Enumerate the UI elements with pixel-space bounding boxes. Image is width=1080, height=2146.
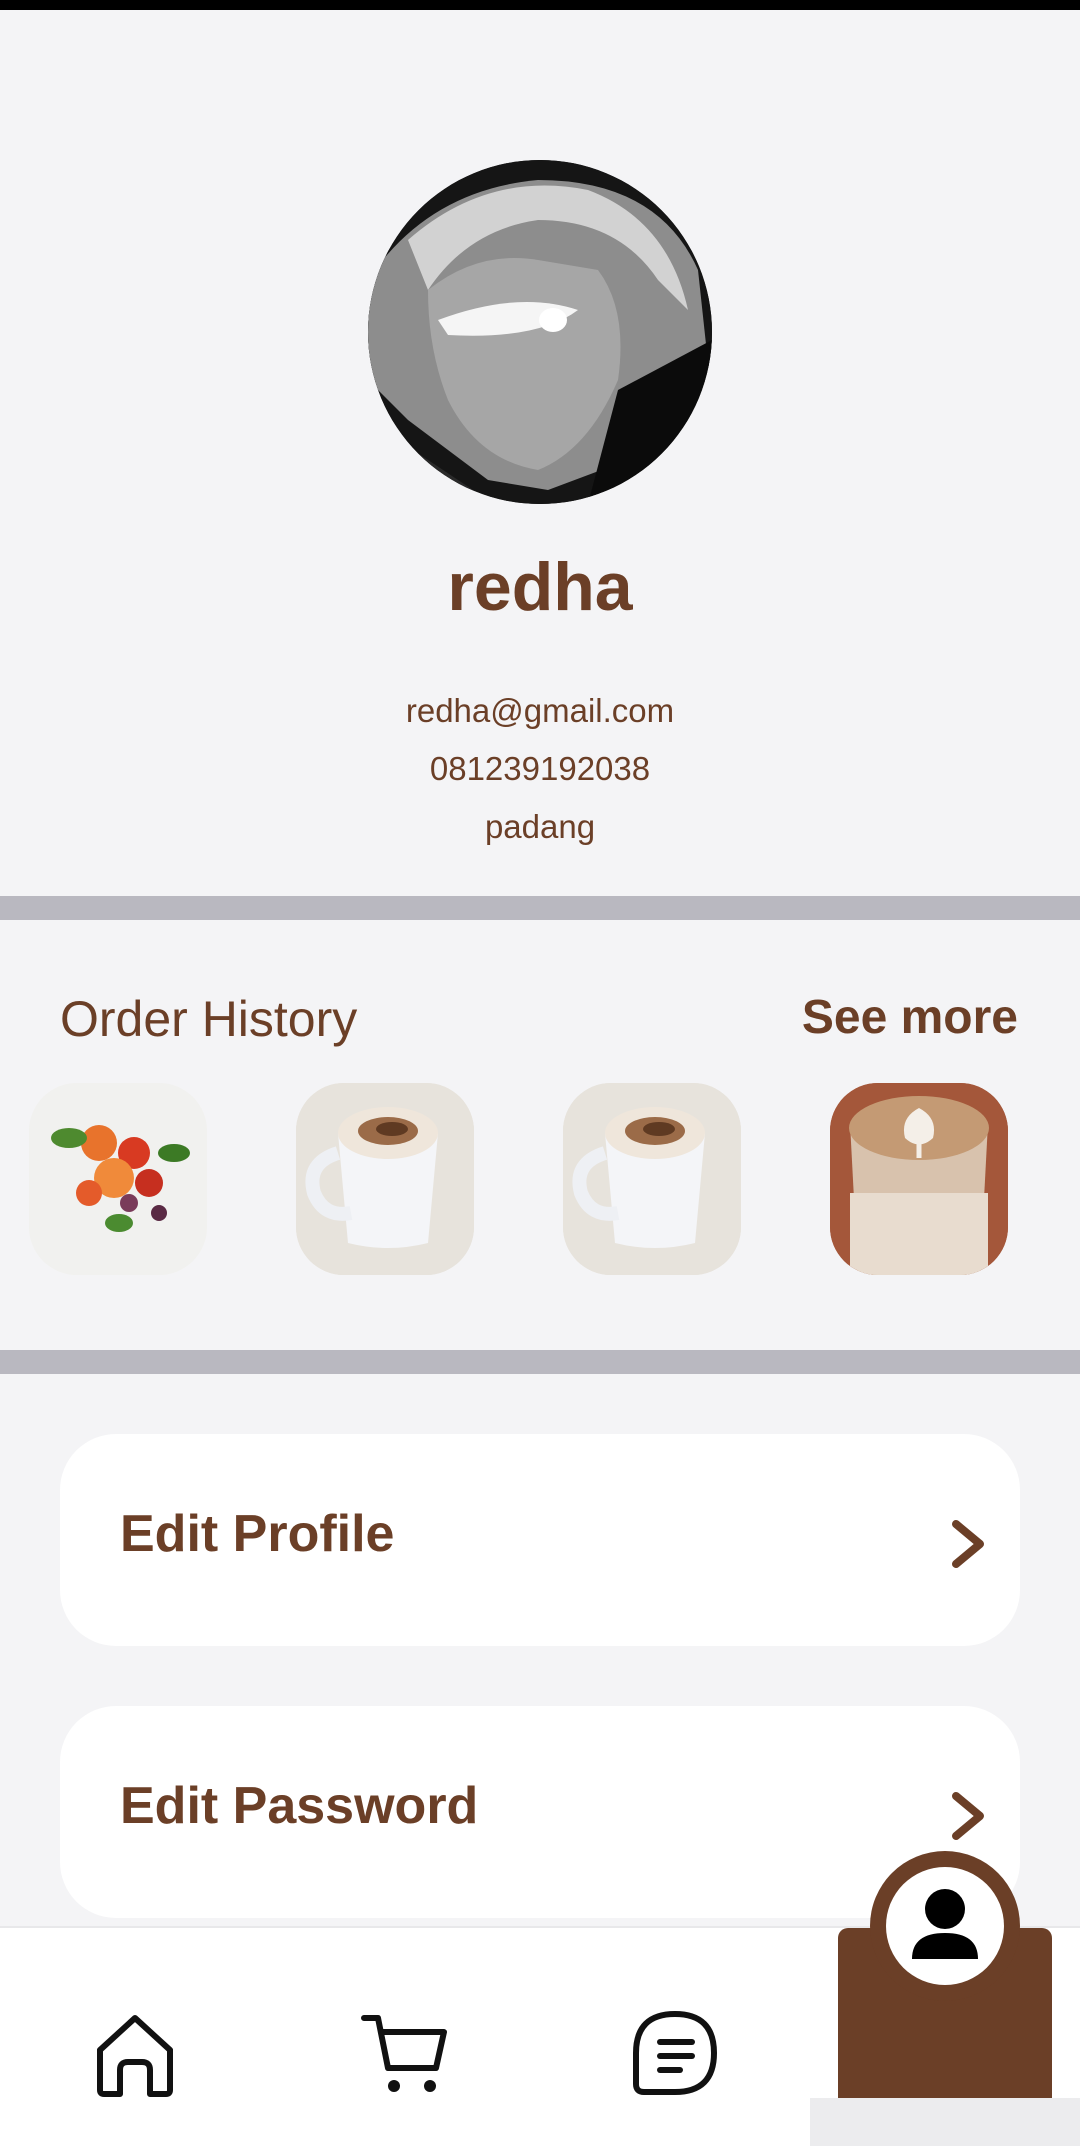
edit-profile-label: Edit Profile — [120, 1505, 395, 1563]
home-icon[interactable] — [90, 2008, 180, 2098]
avatar[interactable] — [368, 160, 712, 504]
profile-header: redha redha@gmail.com 081239192038 padan… — [0, 10, 1080, 896]
edit-profile-button[interactable]: Edit Profile — [60, 1434, 1020, 1646]
see-more-link[interactable]: See more — [802, 990, 1018, 1045]
profile-phone: 081239192038 — [429, 750, 651, 787]
order-history-section: Order History See more — [0, 920, 1080, 1350]
chevron-right-icon — [952, 1792, 984, 1840]
profile-icon — [912, 1889, 978, 1959]
order-thumbnail[interactable] — [296, 1083, 474, 1275]
order-history-title: Order History — [60, 991, 358, 1047]
latte-image — [830, 1083, 1008, 1275]
edit-password-button[interactable]: Edit Password — [60, 1706, 1020, 1918]
chevron-right-icon — [952, 1520, 984, 1568]
order-thumbnail[interactable] — [563, 1083, 741, 1275]
status-bar — [0, 0, 1080, 10]
salad-image — [29, 1083, 207, 1275]
order-thumbnail[interactable] — [830, 1083, 1008, 1275]
section-divider — [0, 1350, 1080, 1374]
section-divider — [0, 896, 1080, 920]
profile-tab-button[interactable] — [870, 1851, 1020, 2001]
profile-email: redha@gmail.com — [405, 692, 675, 729]
profile-name: redha — [447, 549, 633, 625]
order-thumbnail[interactable] — [29, 1083, 207, 1275]
cappuccino-image — [296, 1083, 474, 1275]
avatar-image — [368, 160, 712, 504]
profile-city: padang — [484, 808, 596, 845]
orders-icon[interactable] — [630, 2008, 720, 2098]
cappuccino-image — [563, 1083, 741, 1275]
cart-icon[interactable] — [360, 2008, 450, 2098]
nav-bottom-strip — [810, 2098, 1080, 2146]
edit-password-label: Edit Password — [120, 1777, 479, 1835]
